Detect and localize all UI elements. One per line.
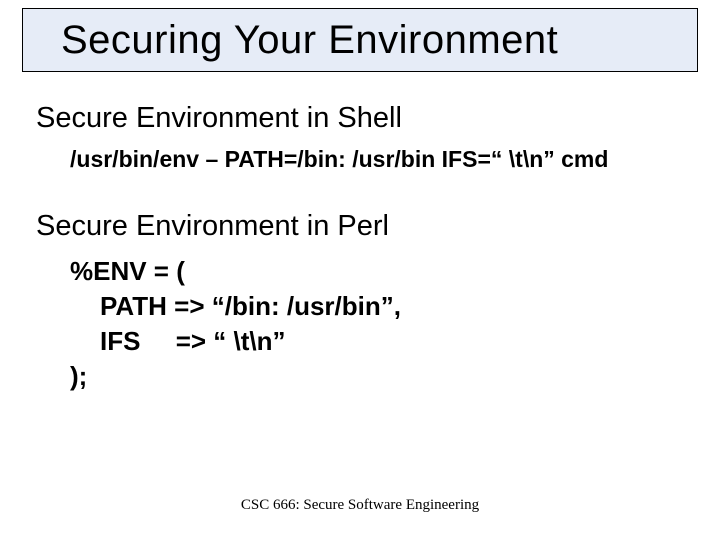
code-line-1: %ENV = ( <box>70 254 401 289</box>
slide-title: Securing Your Environment <box>61 18 558 63</box>
code-key-ifs: IFS <box>100 326 140 356</box>
code-line-4: ); <box>70 359 401 394</box>
code-arrow: => <box>176 324 206 359</box>
section2-heading: Secure Environment in Perl <box>36 210 389 243</box>
code-val-path: “/bin: /usr/bin”, <box>212 291 401 321</box>
section1-heading: Secure Environment in Shell <box>36 102 402 135</box>
code-val-ifs: “ \t\n” <box>213 326 285 356</box>
perl-code-block: %ENV = ( PATH => “/bin: /usr/bin”, IFS =… <box>70 254 401 394</box>
code-line-3: IFS => “ \t\n” <box>70 324 401 359</box>
code-line-2: PATH => “/bin: /usr/bin”, <box>70 289 401 324</box>
code-key-path: PATH <box>100 291 167 321</box>
code-arrow: => <box>174 291 204 321</box>
slide: Securing Your Environment Secure Environ… <box>0 0 720 540</box>
title-box: Securing Your Environment <box>22 8 698 72</box>
slide-footer: CSC 666: Secure Software Engineering <box>0 497 720 514</box>
shell-command: /usr/bin/env – PATH=/bin: /usr/bin IFS=“… <box>70 146 608 173</box>
